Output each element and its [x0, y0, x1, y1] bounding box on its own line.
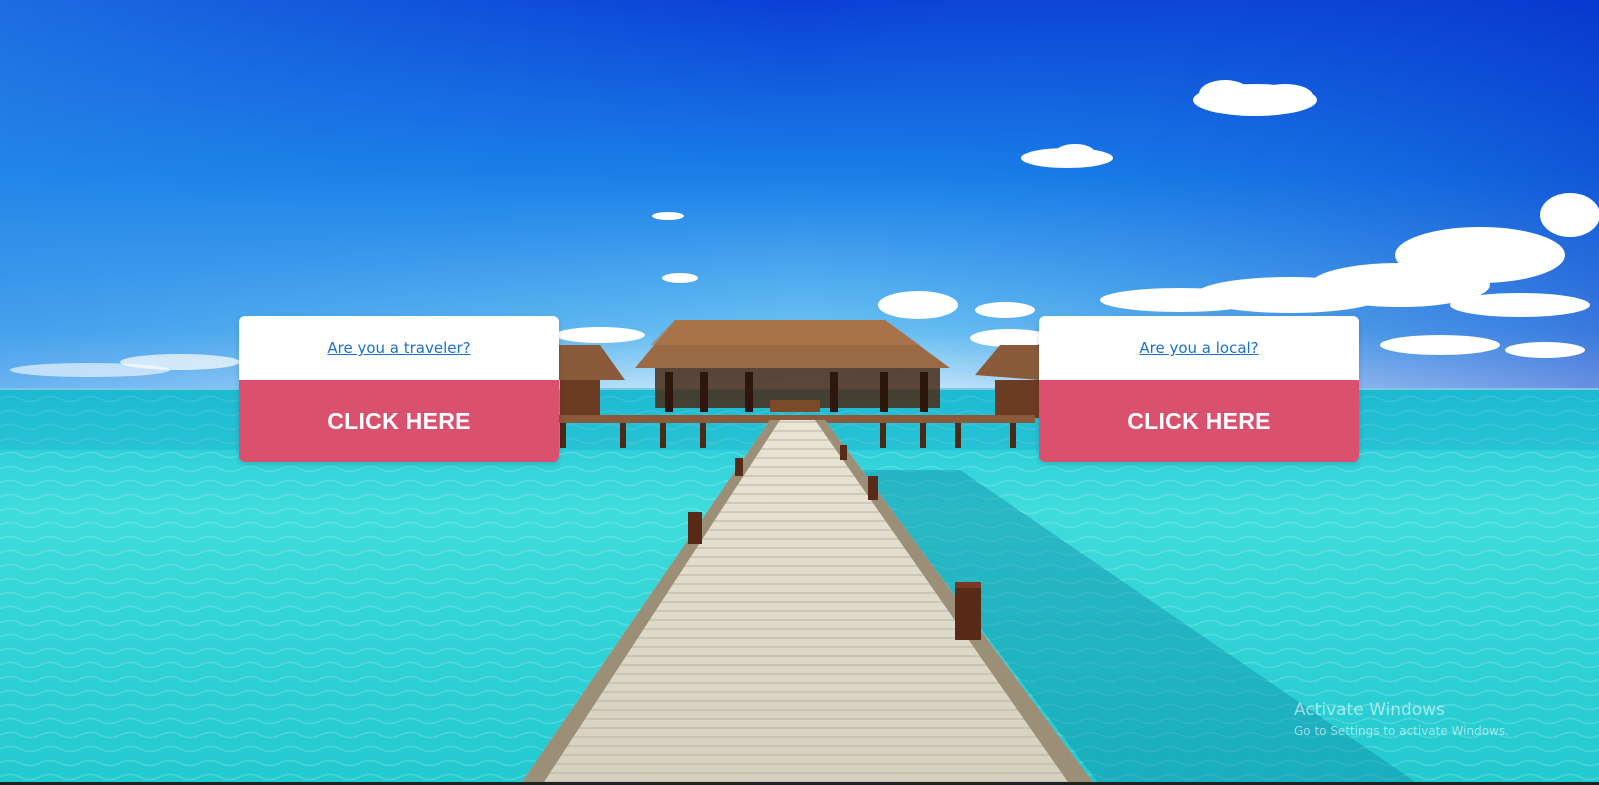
traveler-card: Are you a traveler? CLICK HERE [239, 316, 559, 462]
local-click-button[interactable]: CLICK HERE [1039, 380, 1359, 462]
local-click-label: CLICK HERE [1127, 407, 1271, 434]
traveler-card-header: Are you a traveler? [239, 316, 559, 380]
traveler-click-label: CLICK HERE [327, 407, 471, 434]
local-card: Are you a local? CLICK HERE [1039, 316, 1359, 462]
local-card-header: Are you a local? [1039, 316, 1359, 380]
local-question-link[interactable]: Are you a local? [1139, 339, 1258, 357]
hero-scene: Are you a traveler? CLICK HERE Are you a… [0, 0, 1599, 785]
traveler-click-button[interactable]: CLICK HERE [239, 380, 559, 462]
traveler-question-link[interactable]: Are you a traveler? [327, 339, 470, 357]
